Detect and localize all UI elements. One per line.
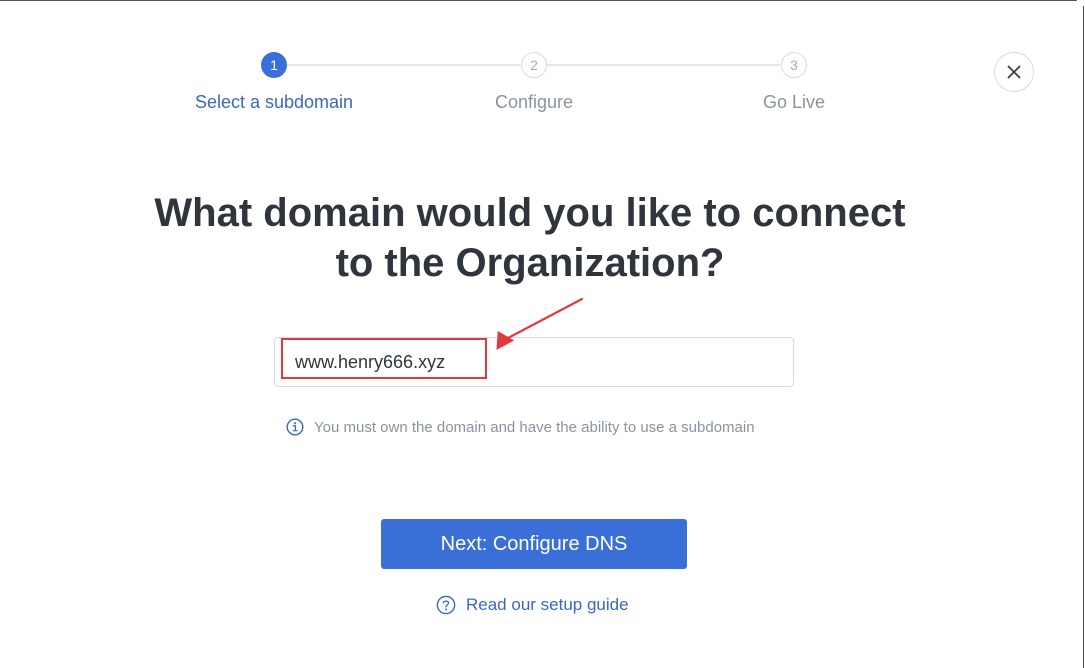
step-1-indicator: 1: [261, 52, 287, 78]
close-icon: [1007, 65, 1021, 79]
hint-text: You must own the domain and have the abi…: [314, 418, 755, 436]
connect-domain-modal: 1 2 3 Select a subdomain Configure Go Li…: [0, 0, 1085, 668]
info-icon: [286, 418, 304, 436]
question-circle-icon: [436, 595, 456, 615]
step-3-label: Go Live: [762, 92, 826, 112]
step-connector: [547, 64, 780, 66]
page-title-line-1: What domain would you like to connect: [154, 191, 906, 235]
domain-input[interactable]: [274, 337, 794, 387]
setup-guide-label: Read our setup guide: [466, 595, 629, 614]
close-button[interactable]: [994, 52, 1034, 92]
domain-hint: You must own the domain and have the abi…: [286, 418, 755, 436]
page-title: What domain would you like to connect to…: [60, 188, 1000, 288]
modal-border: [0, 0, 1077, 1]
step-3-indicator: 3: [781, 52, 807, 78]
step-1-label: Select a subdomain: [194, 92, 354, 112]
next-configure-dns-button[interactable]: Next: Configure DNS: [381, 519, 687, 569]
step-2-label: Configure: [494, 92, 574, 112]
page-title-line-2: to the Organization?: [335, 241, 725, 285]
modal-border: [1083, 6, 1084, 668]
setup-guide-link[interactable]: Read our setup guide: [436, 595, 629, 615]
step-connector: [287, 64, 520, 66]
step-2-indicator: 2: [521, 52, 547, 78]
